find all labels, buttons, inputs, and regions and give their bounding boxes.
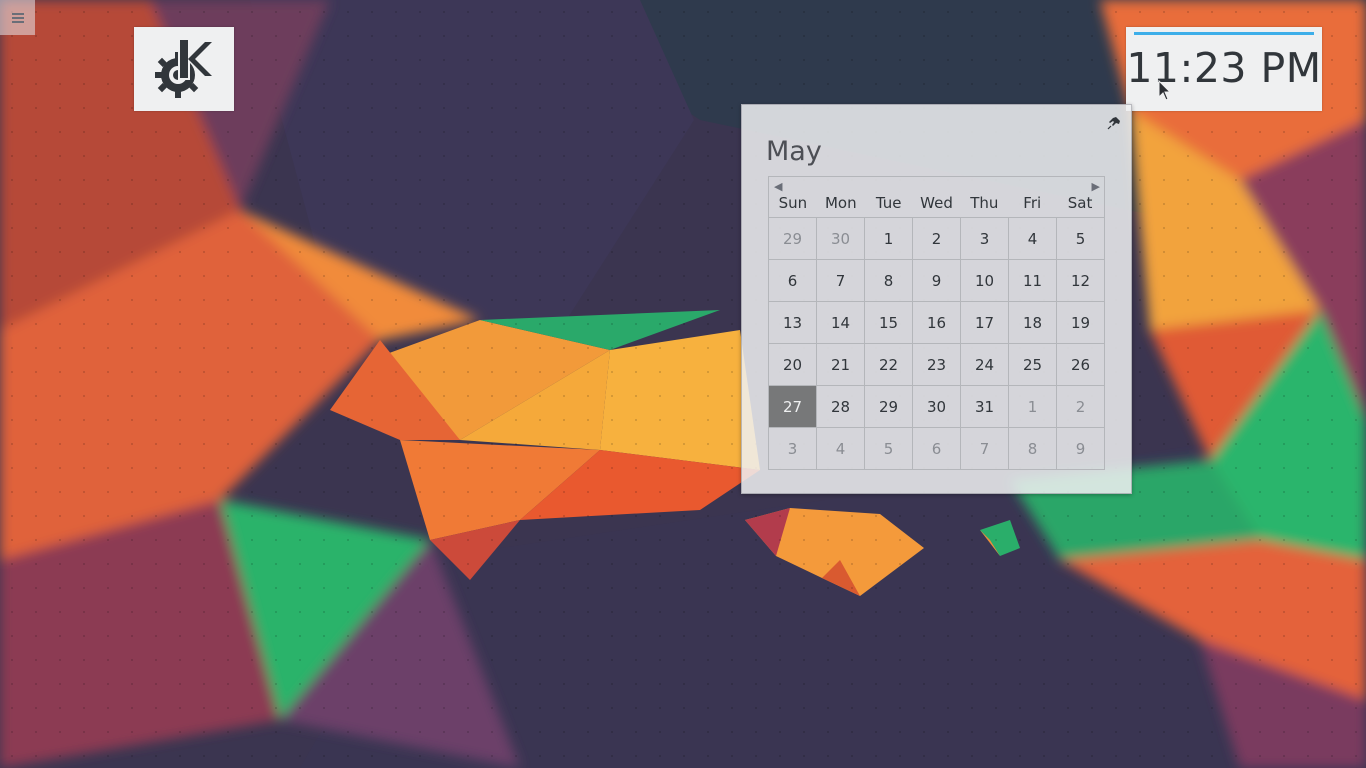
calendar-day[interactable]: 4	[817, 428, 865, 470]
calendar-day[interactable]: 9	[913, 260, 961, 302]
weekday-label: Wed	[920, 194, 953, 212]
weekday-label: Fri	[1023, 194, 1042, 212]
calendar-day[interactable]: 9	[1057, 428, 1105, 470]
calendar-grid: ◀ ▶ Sun Mon Tue Wed Thu Fri Sat 29 30 1 …	[768, 176, 1105, 470]
calendar-day[interactable]: 7	[817, 260, 865, 302]
calendar-day[interactable]: 1	[1009, 386, 1057, 428]
calendar-day[interactable]: 14	[817, 302, 865, 344]
calendar-day[interactable]: 23	[913, 344, 961, 386]
calendar-day[interactable]: 8	[1009, 428, 1057, 470]
triangle-right-icon[interactable]: ▶	[1092, 180, 1100, 193]
calendar-day[interactable]: 1	[865, 218, 913, 260]
calendar-day[interactable]: 19	[1057, 302, 1105, 344]
calendar-day[interactable]: 30	[817, 218, 865, 260]
application-launcher[interactable]	[134, 27, 234, 111]
pin-icon[interactable]	[1107, 115, 1121, 130]
calendar-day[interactable]: 20	[769, 344, 817, 386]
calendar-day[interactable]: 31	[961, 386, 1009, 428]
calendar-day[interactable]: 2	[913, 218, 961, 260]
calendar-day[interactable]: 15	[865, 302, 913, 344]
calendar-day[interactable]: 4	[1009, 218, 1057, 260]
calendar-day[interactable]: 21	[817, 344, 865, 386]
calendar-day[interactable]: 28	[817, 386, 865, 428]
calendar-day[interactable]: 12	[1057, 260, 1105, 302]
calendar-day[interactable]: 26	[1057, 344, 1105, 386]
weekday-header: Sun Mon Tue Wed Thu Fri Sat	[769, 177, 1105, 218]
calendar-day[interactable]: 2	[1057, 386, 1105, 428]
calendar-week: 3 4 5 6 7 8 9	[769, 428, 1105, 470]
calendar-day[interactable]: 8	[865, 260, 913, 302]
calendar-day[interactable]: 6	[913, 428, 961, 470]
weekday-label: Tue	[875, 194, 902, 212]
calendar-day[interactable]: 11	[1009, 260, 1057, 302]
calendar-day[interactable]: 10	[961, 260, 1009, 302]
calendar-day[interactable]: 13	[769, 302, 817, 344]
digital-clock[interactable]: 11:23 PM	[1126, 27, 1322, 111]
calendar-month-title[interactable]: May	[766, 136, 822, 167]
desktop-toolbox-button[interactable]	[0, 0, 35, 35]
calendar-day[interactable]: 17	[961, 302, 1009, 344]
triangle-left-icon[interactable]: ◀	[774, 180, 782, 193]
calendar-day[interactable]: 5	[865, 428, 913, 470]
calendar-day[interactable]: 22	[865, 344, 913, 386]
calendar-day[interactable]: 16	[913, 302, 961, 344]
hamburger-menu-icon	[11, 11, 24, 25]
calendar-day[interactable]: 30	[913, 386, 961, 428]
desktop[interactable]: 11:23 PM May ◀ ▶ Sun Mon Tue Wed Thu Fri…	[0, 0, 1366, 768]
calendar-popup: May ◀ ▶ Sun Mon Tue Wed Thu Fri Sat 29 3…	[741, 104, 1132, 494]
clock-expanded-indicator	[1134, 32, 1314, 35]
calendar-day[interactable]: 29	[865, 386, 913, 428]
kde-logo-icon	[155, 38, 214, 98]
clock-time: 11:23 PM	[1126, 44, 1322, 92]
calendar-week: 13 14 15 16 17 18 19	[769, 302, 1105, 344]
calendar-week: 27 28 29 30 31 1 2	[769, 386, 1105, 428]
mouse-cursor-icon	[1158, 80, 1172, 101]
calendar-day[interactable]: 24	[961, 344, 1009, 386]
calendar-day[interactable]: 6	[769, 260, 817, 302]
calendar-day[interactable]: 18	[1009, 302, 1057, 344]
calendar-day-today[interactable]: 27	[769, 386, 817, 428]
calendar-day[interactable]: 3	[769, 428, 817, 470]
calendar-day[interactable]: 29	[769, 218, 817, 260]
calendar-day[interactable]: 3	[961, 218, 1009, 260]
calendar-day[interactable]: 25	[1009, 344, 1057, 386]
calendar-week: 6 7 8 9 10 11 12	[769, 260, 1105, 302]
weekday-label: Mon	[824, 194, 857, 212]
calendar-week: 20 21 22 23 24 25 26	[769, 344, 1105, 386]
calendar-day[interactable]: 7	[961, 428, 1009, 470]
calendar-day[interactable]: 5	[1057, 218, 1105, 260]
wallpaper	[0, 0, 1366, 768]
weekday-label: Thu	[970, 194, 999, 212]
calendar-week: 29 30 1 2 3 4 5	[769, 218, 1105, 260]
